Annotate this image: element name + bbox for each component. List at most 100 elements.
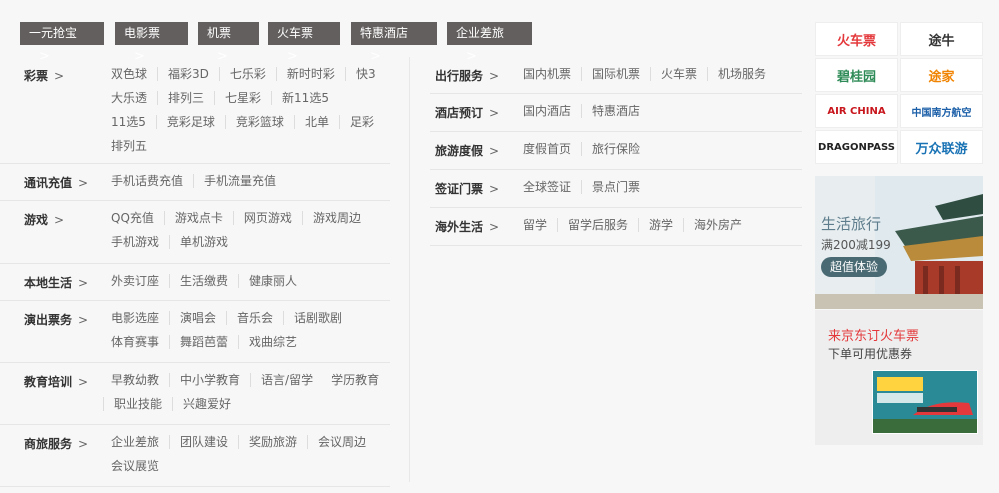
category-label-text: 酒店预订 (435, 106, 484, 120)
category-link[interactable]: 学历教育 (323, 373, 389, 387)
category-link[interactable]: 留学后服务 (557, 218, 638, 232)
category-label[interactable]: 教育培训 > (24, 373, 88, 390)
category-link[interactable]: 游学 (638, 218, 683, 232)
category-link[interactable]: 七星彩 (214, 91, 271, 105)
category-link[interactable]: 足彩 (338, 115, 384, 129)
promo-cta-button[interactable]: 超值体验 (821, 257, 887, 277)
category-link[interactable]: 海外房产 (683, 218, 752, 232)
category-link[interactable]: 竞彩篮球 (224, 115, 294, 129)
category-link[interactable]: 电影选座 (103, 311, 169, 325)
category-link[interactable]: 音乐会 (226, 311, 283, 325)
category-link[interactable]: 中小学教育 (169, 373, 250, 387)
category-link[interactable]: 手机流量充值 (193, 174, 286, 188)
category-link[interactable]: 机场服务 (707, 67, 776, 81)
category-label[interactable]: 旅游度假 > (435, 142, 499, 159)
category-label[interactable]: 海外生活 > (435, 218, 499, 235)
category-link[interactable]: 11选5 (103, 115, 156, 129)
category-link[interactable]: 生活缴费 (169, 274, 238, 288)
tab-business-travel[interactable]: 企业差旅> (447, 22, 532, 64)
category-link[interactable]: 会议展览 (103, 459, 169, 473)
category-link[interactable]: 留学 (515, 218, 557, 232)
category-label[interactable]: 商旅服务 > (24, 435, 88, 452)
category-label[interactable]: 出行服务 > (435, 67, 499, 84)
category-label[interactable]: 彩票 > (24, 67, 64, 84)
category-link[interactable]: 火车票 (650, 67, 707, 81)
partner-logo[interactable]: 途牛 (900, 22, 983, 56)
category-label-text: 商旅服务 (24, 437, 73, 451)
category-links: 国内酒店 特惠酒店 (515, 94, 802, 128)
chevron-right-icon: > (489, 106, 500, 120)
category-link[interactable]: 旅行保险 (581, 142, 650, 156)
category-link[interactable]: 单机游戏 (169, 235, 238, 249)
category-label[interactable]: 通讯充值 > (24, 174, 88, 191)
category-link[interactable]: 戏曲综艺 (238, 335, 307, 349)
partner-logo[interactable]: 途家 (900, 58, 983, 92)
tab-movie-tickets[interactable]: 电影票> (115, 22, 188, 64)
category-link[interactable]: 景点门票 (581, 180, 650, 194)
tab-air-tickets[interactable]: 机票> (198, 22, 259, 64)
category-links: 外卖订座 生活缴费 健康丽人 (103, 264, 390, 298)
category-label[interactable]: 本地生活 > (24, 274, 88, 291)
category-link[interactable]: 新时时彩 (275, 67, 345, 81)
category-label[interactable]: 签证门票 > (435, 180, 499, 197)
category-links: 双色球 福彩3D 七乐彩 新时时彩 快3 大乐透 排列三 七星彩 新11选5 11选5 竞彩足球 竞彩… (103, 57, 390, 163)
category-link[interactable]: 大乐透 (103, 91, 157, 105)
category-link[interactable]: 手机游戏 (103, 235, 169, 249)
tab-discount-hotels[interactable]: 特惠酒店> (351, 22, 437, 64)
category-link[interactable]: 演唱会 (169, 311, 226, 325)
category-row: 出行服务 > 国内机票 国际机票 火车票 机场服务 (430, 57, 802, 94)
tab-train-tickets[interactable]: 火车票> (268, 22, 340, 64)
category-label-text: 教育培训 (24, 375, 73, 389)
partner-logo[interactable]: 碧桂园 (815, 58, 898, 92)
partner-logo[interactable]: 中国南方航空 (900, 94, 983, 128)
category-link[interactable]: 体育赛事 (103, 335, 169, 349)
category-label-text: 出行服务 (435, 69, 484, 83)
tab-yiyuan[interactable]: 一元抢宝> (20, 22, 104, 64)
category-label[interactable]: 酒店预订 > (435, 104, 499, 121)
category-label[interactable]: 演出票务 > (24, 311, 88, 328)
partner-logo[interactable]: 火车票 (815, 22, 898, 56)
partner-logo[interactable]: AIR CHINA (815, 94, 898, 128)
category-link[interactable]: 奖励旅游 (238, 435, 307, 449)
category-link[interactable]: 企业差旅 (103, 435, 169, 449)
category-link[interactable]: 双色球 (103, 67, 157, 81)
category-link[interactable]: 职业技能 (103, 397, 172, 411)
category-link[interactable]: 国内酒店 (515, 104, 581, 118)
category-link[interactable]: 度假首页 (515, 142, 581, 156)
partner-logo[interactable]: DRAGONPASS (815, 130, 898, 164)
category-link[interactable]: 竞彩足球 (155, 115, 225, 129)
category-label[interactable]: 游戏 > (24, 211, 64, 228)
category-link[interactable]: 外卖订座 (103, 274, 169, 288)
category-link[interactable]: 健康丽人 (238, 274, 307, 288)
category-link[interactable]: 国际机票 (581, 67, 650, 81)
category-link[interactable]: 话剧歌剧 (283, 311, 352, 325)
category-link[interactable]: 手机话费充值 (103, 174, 193, 188)
category-link[interactable]: 兴趣爱好 (172, 397, 241, 411)
train-ticket-promo[interactable]: 来京东订火车票 下单可用优惠券 (815, 310, 983, 445)
category-link[interactable]: 特惠酒店 (581, 104, 650, 118)
category-link[interactable]: 会议周边 (307, 435, 376, 449)
partner-logo[interactable]: 万众联游 (900, 130, 983, 164)
category-link[interactable]: 语言/留学 (250, 373, 323, 387)
category-link[interactable]: 快3 (344, 67, 386, 81)
category-link[interactable]: 国内机票 (515, 67, 581, 81)
category-link[interactable]: 新11选5 (271, 91, 339, 105)
category-link[interactable]: 舞蹈芭蕾 (169, 335, 238, 349)
category-link[interactable]: 排列五 (103, 139, 157, 153)
category-link[interactable]: QQ充值 (103, 211, 164, 225)
category-link[interactable]: 七乐彩 (218, 67, 276, 81)
category-label-text: 旅游度假 (435, 144, 484, 158)
life-travel-promo[interactable]: 生活旅行 满200减199 超值体验 (815, 176, 983, 309)
category-link[interactable]: 游戏周边 (301, 211, 371, 225)
category-link[interactable]: 全球签证 (515, 180, 581, 194)
category-link[interactable]: 早教幼教 (103, 373, 169, 387)
category-link[interactable]: 团队建设 (169, 435, 238, 449)
chevron-right-icon: > (489, 69, 500, 83)
category-link[interactable]: 福彩3D (157, 67, 219, 81)
tab-label: 特惠酒店 (360, 26, 409, 40)
category-link[interactable]: 北单 (293, 115, 339, 129)
category-link[interactable]: 网页游戏 (232, 211, 302, 225)
category-row: 游戏 > QQ充值 游戏点卡 网页游戏 游戏周边手机游戏 单机游戏 (0, 201, 390, 264)
category-link[interactable]: 排列三 (157, 91, 214, 105)
category-link[interactable]: 游戏点卡 (163, 211, 233, 225)
